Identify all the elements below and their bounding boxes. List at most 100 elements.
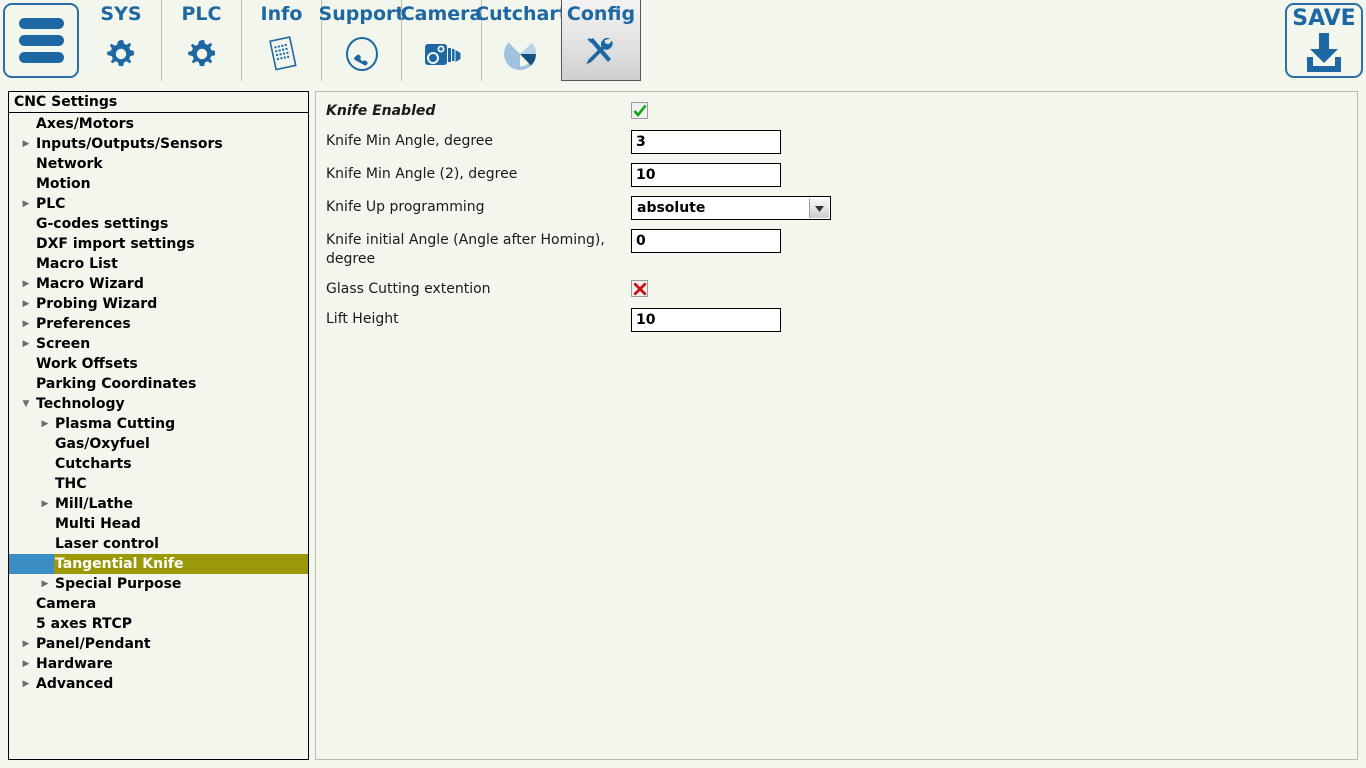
tab-plc[interactable]: PLC: [161, 0, 241, 81]
download-icon: [1299, 31, 1349, 75]
field-wrapper-lift-height: [631, 308, 781, 332]
tree-item-tangential-knife[interactable]: Tangential Knife: [9, 554, 308, 574]
tree-item-plasma-cutting[interactable]: ▶Plasma Cutting: [9, 414, 308, 434]
camera-icon: [402, 26, 481, 81]
field-wrapper-knife-min-angle-2-degree: [631, 163, 781, 187]
settings-form-panel: Knife Enabled Knife Min Angle, degree Knif…: [315, 91, 1358, 760]
form-row-knife-up-programming: Knife Up programmingabsolute: [326, 196, 1357, 220]
tree-item-label: Work Offsets: [35, 356, 138, 372]
tree-item-thc[interactable]: THC: [9, 474, 308, 494]
tree-item-hardware[interactable]: ▶Hardware: [9, 654, 308, 674]
tree-item-g-codes-settings[interactable]: G-codes settings: [9, 214, 308, 234]
chevron-down-icon[interactable]: [809, 198, 829, 218]
tab-config[interactable]: Config: [561, 0, 641, 81]
chevron-right-icon[interactable]: ▶: [17, 279, 35, 289]
tree-item-label: Camera: [35, 596, 96, 612]
chevron-right-icon[interactable]: ▶: [36, 419, 54, 429]
select-knife-up-programming[interactable]: absolute: [631, 196, 831, 220]
input-knife-min-angle-2-degree[interactable]: [631, 163, 781, 187]
tab-cutchart[interactable]: Cutchart: [481, 0, 561, 81]
tree-item-cutcharts[interactable]: Cutcharts: [9, 454, 308, 474]
settings-tree: Axes/Motors▶Inputs/Outputs/SensorsNetwor…: [9, 113, 308, 694]
tree-item-screen[interactable]: ▶Screen: [9, 334, 308, 354]
tree-item-label: Parking Coordinates: [35, 376, 196, 392]
label-knife-min-angle-degree: Knife Min Angle, degree: [326, 130, 631, 151]
tree-item-label: Axes/Motors: [35, 116, 134, 132]
top-toolbar: SYS PLC Info: [0, 0, 1366, 81]
chevron-down-icon[interactable]: ▼: [17, 399, 35, 409]
hamburger-icon-bar: [19, 52, 64, 63]
tree-item-panel-pendant[interactable]: ▶Panel/Pendant: [9, 634, 308, 654]
input-knife-initial-angle-angle-after-homing-degree[interactable]: [631, 229, 781, 253]
tree-item-network[interactable]: Network: [9, 154, 308, 174]
tree-item-label: Tangential Knife: [54, 556, 183, 572]
tree-item-special-purpose[interactable]: ▶Special Purpose: [9, 574, 308, 594]
tab-camera-label: Camera: [401, 2, 483, 26]
tree-selection-marker: [9, 554, 54, 574]
tree-item-inputs-outputs-sensors[interactable]: ▶Inputs/Outputs/Sensors: [9, 134, 308, 154]
chevron-right-icon[interactable]: ▶: [17, 659, 35, 669]
check-icon: [633, 104, 647, 118]
settings-form: Knife Enabled Knife Min Angle, degree Knif…: [326, 100, 1357, 332]
label-knife-up-programming: Knife Up programming: [326, 196, 631, 217]
checkbox-unchecked-glass-cutting-extention[interactable]: [631, 280, 648, 297]
tab-plc-label: PLC: [182, 2, 222, 26]
save-button[interactable]: SAVE: [1285, 3, 1363, 78]
tree-item-macro-wizard[interactable]: ▶Macro Wizard: [9, 274, 308, 294]
chevron-right-icon[interactable]: ▶: [17, 319, 35, 329]
label-knife-min-angle-2-degree: Knife Min Angle (2), degree: [326, 163, 631, 184]
input-lift-height[interactable]: [631, 308, 781, 332]
tree-item-probing-wizard[interactable]: ▶Probing Wizard: [9, 294, 308, 314]
tree-item-preferences[interactable]: ▶Preferences: [9, 314, 308, 334]
tree-item-plc[interactable]: ▶PLC: [9, 194, 308, 214]
tab-support[interactable]: Support: [321, 0, 401, 81]
tree-item-dxf-import-settings[interactable]: DXF import settings: [9, 234, 308, 254]
tree-item-laser-control[interactable]: Laser control: [9, 534, 308, 554]
tree-item-5-axes-rtcp[interactable]: 5 axes RTCP: [9, 614, 308, 634]
document-icon: [242, 26, 321, 81]
tree-item-parking-coordinates[interactable]: Parking Coordinates: [9, 374, 308, 394]
field-wrapper-glass-cutting-extention: [631, 278, 648, 297]
tree-item-multi-head[interactable]: Multi Head: [9, 514, 308, 534]
tab-support-label: Support: [319, 2, 405, 26]
chevron-right-icon[interactable]: ▶: [17, 339, 35, 349]
tree-item-technology[interactable]: ▼Technology: [9, 394, 308, 414]
tab-info[interactable]: Info: [241, 0, 321, 81]
chevron-right-icon[interactable]: ▶: [17, 679, 35, 689]
chevron-right-icon[interactable]: ▶: [36, 579, 54, 589]
tree-item-macro-list[interactable]: Macro List: [9, 254, 308, 274]
tree-item-label: Inputs/Outputs/Sensors: [35, 136, 223, 152]
tab-camera[interactable]: Camera: [401, 0, 481, 81]
tree-item-label: Preferences: [35, 316, 131, 332]
chevron-right-icon[interactable]: ▶: [17, 199, 35, 209]
label-glass-cutting-extention: Glass Cutting extention: [326, 278, 631, 299]
chevron-right-icon[interactable]: ▶: [17, 139, 35, 149]
tree-item-label: Motion: [35, 176, 91, 192]
checkbox-checked-knife-enabled[interactable]: [631, 102, 648, 119]
main-menu-button[interactable]: [3, 3, 79, 78]
tree-item-camera[interactable]: Camera: [9, 594, 308, 614]
tree-item-gas-oxyfuel[interactable]: Gas/Oxyfuel: [9, 434, 308, 454]
tree-item-mill-lathe[interactable]: ▶Mill/Lathe: [9, 494, 308, 514]
label-lift-height: Lift Height: [326, 308, 631, 329]
chevron-right-icon[interactable]: ▶: [17, 639, 35, 649]
cross-icon: [633, 282, 647, 296]
tree-item-label: Technology: [35, 396, 125, 412]
phone-icon: [322, 26, 401, 81]
form-row-knife-initial-angle-angle-after-homing-degree: Knife initial Angle (Angle after Homing)…: [326, 229, 1357, 269]
tree-item-label: Mill/Lathe: [54, 496, 133, 512]
save-button-label: SAVE: [1292, 6, 1355, 31]
input-knife-min-angle-degree[interactable]: [631, 130, 781, 154]
tree-item-work-offsets[interactable]: Work Offsets: [9, 354, 308, 374]
chevron-right-icon[interactable]: ▶: [17, 299, 35, 309]
form-row-glass-cutting-extention: Glass Cutting extention: [326, 278, 1357, 299]
tab-sys[interactable]: SYS: [81, 0, 161, 81]
tree-item-axes-motors[interactable]: Axes/Motors: [9, 114, 308, 134]
tree-item-label: Special Purpose: [54, 576, 181, 592]
tree-item-label: PLC: [35, 196, 65, 212]
chevron-right-icon[interactable]: ▶: [36, 499, 54, 509]
label-knife-enabled: Knife Enabled: [326, 100, 631, 121]
tree-item-advanced[interactable]: ▶Advanced: [9, 674, 308, 694]
gear-icon: [162, 26, 241, 81]
tree-item-motion[interactable]: Motion: [9, 174, 308, 194]
